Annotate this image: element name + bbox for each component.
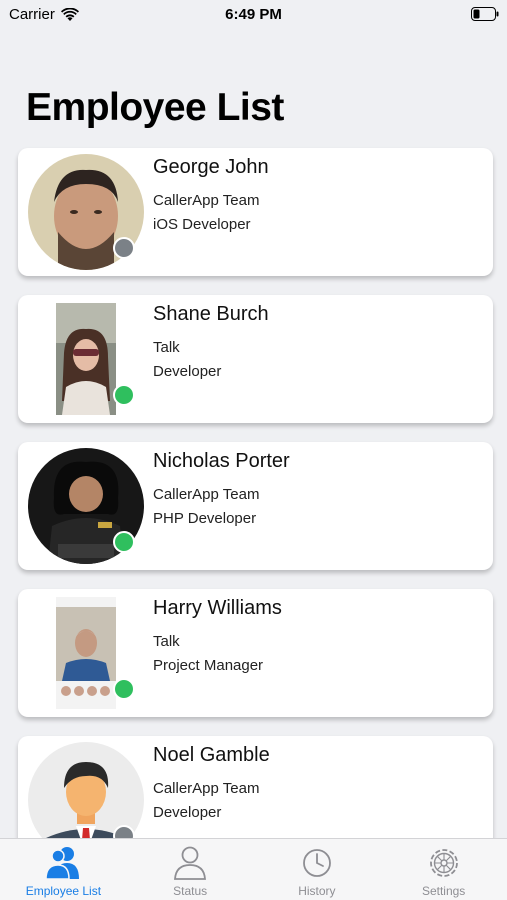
- employee-team: Talk: [153, 339, 180, 356]
- employee-team: CallerApp Team: [153, 192, 260, 209]
- battery-icon: [471, 7, 499, 21]
- presence-indicator: [113, 237, 135, 259]
- tab-status[interactable]: Status: [127, 839, 254, 900]
- employee-name: George John: [153, 156, 269, 178]
- page-title: Employee List: [26, 86, 284, 129]
- employee-card[interactable]: George John CallerApp Team iOS Developer: [18, 148, 493, 276]
- employee-name: Harry Williams: [153, 597, 282, 619]
- presence-indicator: [113, 384, 135, 406]
- presence-indicator: [113, 531, 135, 553]
- tab-bar: Employee List Status History Settings: [0, 838, 507, 900]
- employee-team: CallerApp Team: [153, 780, 260, 797]
- employee-name: Shane Burch: [153, 303, 269, 325]
- tab-label: Employee List: [25, 884, 102, 898]
- employee-role: Project Manager: [153, 657, 264, 674]
- employee-role: Developer: [153, 363, 222, 380]
- employee-card[interactable]: Harry Williams Talk Project Manager: [18, 589, 493, 717]
- employee-team: Talk: [153, 633, 180, 650]
- employee-card[interactable]: Nicholas Porter CallerApp Team PHP Devel…: [18, 442, 493, 570]
- employee-role: Developer: [153, 804, 222, 821]
- person-icon: [174, 846, 207, 880]
- tab-label: History: [298, 884, 336, 898]
- employee-card[interactable]: Shane Burch Talk Developer: [18, 295, 493, 423]
- employee-role: iOS Developer: [153, 216, 251, 233]
- tab-label: Settings: [421, 884, 466, 898]
- avatar: [56, 303, 116, 415]
- clock-icon: [302, 849, 331, 877]
- status-bar: Carrier 6:49 PM: [0, 0, 507, 30]
- employee-name: Noel Gamble: [153, 744, 270, 766]
- tab-label: Status: [173, 884, 208, 898]
- presence-indicator: [113, 678, 135, 700]
- tab-settings[interactable]: Settings: [380, 839, 507, 900]
- employee-name: Nicholas Porter: [153, 450, 290, 472]
- tab-history[interactable]: History: [254, 839, 381, 900]
- clock-time: 6:49 PM: [225, 6, 282, 23]
- avatar: [56, 597, 116, 709]
- users-icon: [45, 847, 80, 880]
- tab-employee-list[interactable]: Employee List: [0, 839, 127, 900]
- employee-list-screen: Carrier 6:49 PM Employee List George Joh…: [0, 0, 507, 900]
- employee-list[interactable]: George John CallerApp Team iOS Developer…: [18, 148, 493, 883]
- employee-team: CallerApp Team: [153, 486, 260, 503]
- gear-icon: [429, 849, 458, 877]
- employee-role: PHP Developer: [153, 510, 257, 527]
